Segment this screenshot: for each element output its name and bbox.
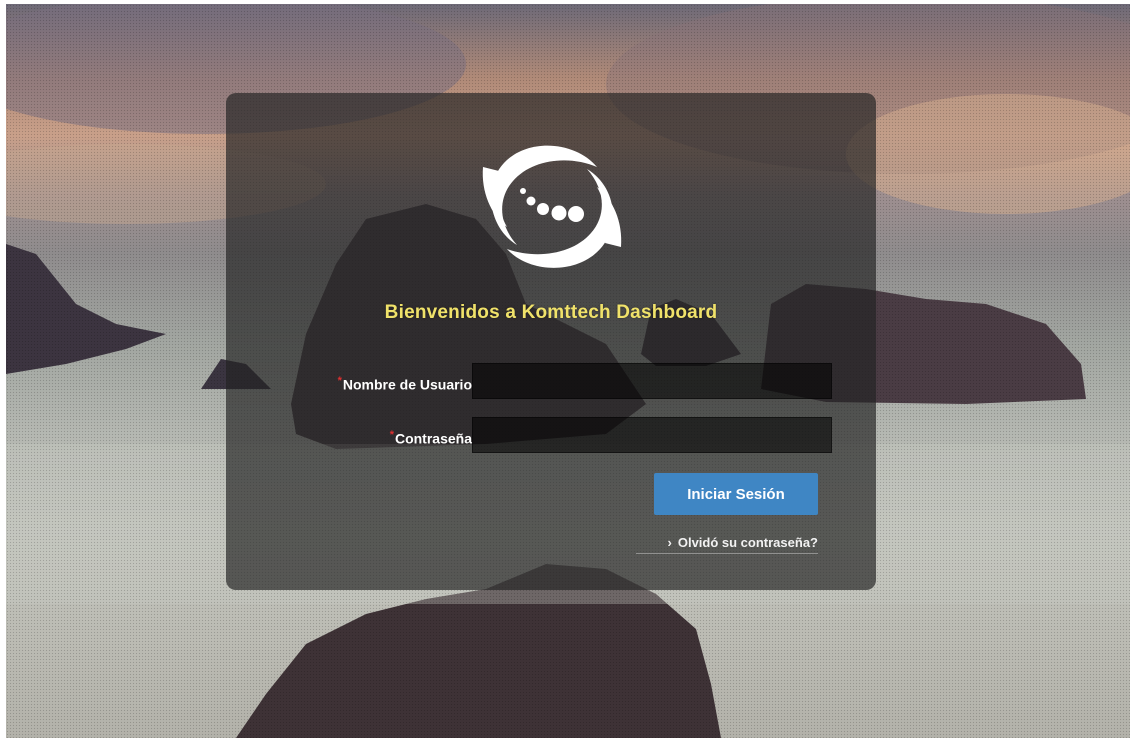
password-label: *Contraseña (390, 417, 472, 453)
username-row: *Nombre de Usuario (226, 363, 876, 399)
required-marker: * (337, 375, 342, 387)
chevron-right-icon: › (667, 535, 672, 550)
username-label: *Nombre de Usuario (338, 363, 472, 399)
password-label-text: Contraseña (394, 430, 472, 447)
komttech-swirl-logo-icon (482, 145, 622, 268)
login-panel: Bienvenidos a Komttech Dashboard *Nombre… (226, 93, 876, 590)
password-row: *Contraseña (226, 417, 876, 453)
username-label-text: Nombre de Usuario (342, 376, 472, 393)
forgot-password-text: Olvidó su contraseña? (677, 535, 818, 550)
username-input[interactable] (472, 363, 832, 399)
welcome-title: Bienvenidos a Komttech Dashboard (384, 302, 718, 323)
login-button[interactable]: Iniciar Sesión (654, 473, 818, 515)
password-input[interactable] (472, 417, 832, 453)
forgot-password-link[interactable]: › Olvidó su contraseña? (636, 535, 818, 554)
required-marker: * (389, 429, 394, 441)
